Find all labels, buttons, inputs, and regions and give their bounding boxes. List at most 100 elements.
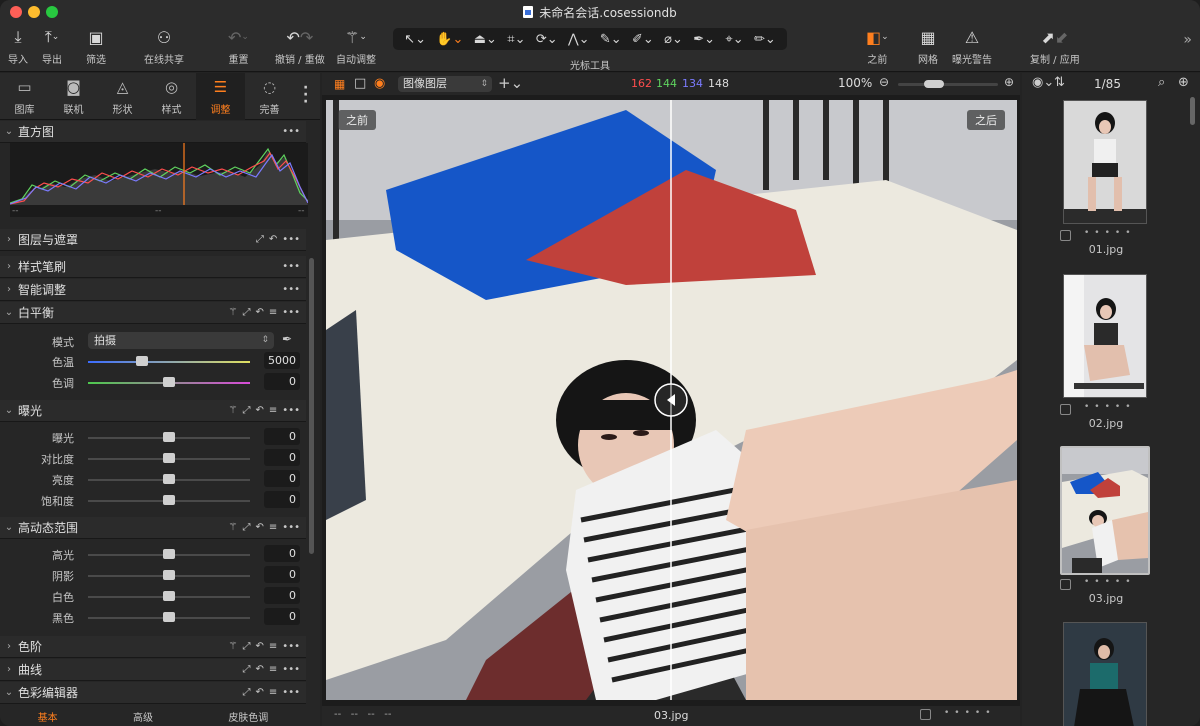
browser-scrollbar[interactable] (1190, 97, 1195, 125)
section-levels[interactable]: › 色阶 ⚚ ⤢ ↶ ≡ ••• (0, 636, 306, 658)
expand-icon[interactable]: ⤢ (243, 522, 251, 533)
thumbnail-03[interactable] (1060, 446, 1150, 575)
close-window-button[interactable] (10, 6, 22, 18)
exposure-slider[interactable] (163, 432, 175, 442)
magic-wand-icon[interactable]: ⚚ (229, 405, 238, 416)
wb-temp-track[interactable] (88, 361, 250, 363)
expand-icon[interactable]: ⤢ (243, 307, 251, 318)
reset-button[interactable]: ↶ ⌄ 重置 (228, 26, 249, 67)
select-checkbox[interactable] (1060, 404, 1071, 415)
tab-styles[interactable]: ◎ 样式 (147, 73, 196, 120)
magic-wand-icon[interactable]: ⚚ (229, 522, 238, 533)
wb-picker-icon[interactable]: ⌖⌄ (725, 32, 743, 47)
before-compare-button[interactable]: ◧ ⌄ 之前 (866, 26, 889, 67)
toolbar-overflow-icon[interactable]: » (1183, 32, 1192, 48)
tab-library[interactable]: ▭ 图库 (0, 73, 49, 120)
highlight-field[interactable]: 0 (264, 545, 300, 562)
exposure-warning-button[interactable]: ⚠ 曝光警告 (952, 26, 992, 67)
contrast-slider[interactable] (163, 453, 175, 463)
reset-icon[interactable]: ↶ (269, 234, 277, 245)
white-slider[interactable] (163, 591, 175, 601)
tab-tether[interactable]: ◙ 联机 (49, 73, 98, 120)
brightness-field[interactable]: 0 (264, 470, 300, 487)
tab-advanced[interactable]: 高级 (133, 709, 153, 726)
section-color-editor[interactable]: ⌄ 色彩编辑器 ⤢ ↶ ≡ ••• (0, 682, 306, 704)
saturation-slider[interactable] (163, 495, 175, 505)
section-layers[interactable]: › 图层与遮罩 ⤢ ↶ ••• (0, 229, 306, 251)
tool-panel-scrollbar[interactable] (309, 258, 314, 554)
keystone-icon[interactable]: ⋀⌄ (568, 32, 590, 47)
reset-icon[interactable]: ↶ (256, 522, 264, 533)
expand-icon[interactable]: ⤢ (243, 687, 251, 698)
more-icon[interactable]: · · · (303, 81, 308, 109)
photo-canvas[interactable]: 之前 之后 (326, 100, 1017, 700)
more-icon[interactable]: ••• (282, 522, 300, 533)
black-slider[interactable] (163, 612, 175, 622)
more-icon[interactable]: ••• (282, 126, 300, 137)
white-field[interactable]: 0 (264, 587, 300, 604)
brightness-slider[interactable] (163, 474, 175, 484)
shadow-field[interactable]: 0 (264, 566, 300, 583)
select-checkbox[interactable] (1060, 230, 1071, 241)
preset-icon[interactable]: ≡ (269, 664, 277, 675)
preset-icon[interactable]: ≡ (269, 687, 277, 698)
image-viewer[interactable]: 之前 之后 (322, 95, 1020, 706)
minimize-window-button[interactable] (28, 6, 40, 18)
magic-wand-icon[interactable]: ⚚ (229, 641, 238, 652)
rotate-icon[interactable]: ⟳⌄ (536, 32, 558, 47)
preset-icon[interactable]: ≡ (269, 641, 277, 652)
expand-icon[interactable]: ⤢ (243, 641, 251, 652)
rating-dots[interactable]: ••••• (1084, 402, 1136, 412)
expand-icon[interactable]: ⤢ (243, 664, 251, 675)
preset-icon[interactable]: ≡ (269, 522, 277, 533)
more-icon[interactable]: ••• (282, 234, 300, 245)
section-histogram[interactable]: ⌄ 直方图 ••• (0, 121, 306, 143)
sort-icon[interactable]: ⇅ (1054, 75, 1065, 90)
reset-icon[interactable]: ↶ (256, 664, 264, 675)
tab-refine[interactable]: ◌ 完善 (245, 73, 294, 120)
more-icon[interactable]: ••• (282, 261, 300, 272)
more-icon[interactable]: ••• (282, 687, 300, 698)
more-icon[interactable]: ••• (282, 641, 300, 652)
share-button[interactable]: ⚇ 在线共享 (144, 26, 184, 67)
import-button[interactable]: ⤓ 导入 (8, 26, 28, 66)
zoom-out-icon[interactable]: ⊖ (879, 75, 889, 89)
section-white-balance[interactable]: ⌄ 白平衡 ⚚ ⤢ ↶ ≡ ••• (0, 302, 306, 324)
highlight-slider[interactable] (163, 549, 175, 559)
wb-tint-field[interactable]: 0 (264, 373, 300, 390)
eye-icon[interactable]: ◉⌄ (1032, 75, 1054, 90)
rating-dots[interactable]: ••••• (944, 708, 996, 718)
single-view-icon[interactable]: □ (354, 76, 366, 91)
expand-icon[interactable]: ⤢ (256, 234, 264, 245)
tab-shape[interactable]: ◬ 形状 (98, 73, 147, 120)
undo-redo-button[interactable]: ↶ ↷ 撤销 / 重做 (275, 26, 325, 67)
filter-button[interactable]: ▣ 筛选 (86, 26, 106, 67)
section-smart-adjust[interactable]: › 智能调整 ••• (0, 279, 306, 301)
gradient-icon[interactable]: ⌀⌄ (664, 32, 683, 47)
more-icon[interactable]: ••• (282, 284, 300, 295)
section-curves[interactable]: › 曲线 ⤢ ↶ ≡ ••• (0, 659, 306, 681)
rating-dots[interactable]: ••••• (1084, 577, 1136, 587)
multi-view-icon[interactable]: ▦ (334, 77, 345, 91)
wb-temp-slider[interactable] (136, 356, 148, 366)
eraser-icon[interactable]: ✐⌄ (632, 32, 654, 47)
annotate-icon[interactable]: ✏⌄ (754, 32, 776, 47)
reset-icon[interactable]: ↶ (256, 641, 264, 652)
more-icon[interactable]: ••• (282, 664, 300, 675)
search-icon[interactable]: ⌕ (1158, 75, 1165, 90)
wb-temp-field[interactable]: 5000 (264, 352, 300, 369)
black-field[interactable]: 0 (264, 608, 300, 625)
section-hdr[interactable]: ⌄ 高动态范围 ⚚ ⤢ ↶ ≡ ••• (0, 517, 306, 539)
select-cursor-icon[interactable]: ↖⌄ (404, 32, 426, 47)
thumbnail-02[interactable] (1063, 274, 1147, 398)
tab-adjust[interactable]: ☰ 调整 (196, 73, 245, 120)
section-style-brush[interactable]: › 样式笔刷 ••• (0, 256, 306, 278)
shadow-slider[interactable] (163, 570, 175, 580)
expand-icon[interactable]: ⤢ (243, 405, 251, 416)
thumbnail-01[interactable] (1063, 100, 1147, 224)
magic-wand-icon[interactable]: ⚚ (229, 307, 238, 318)
eyedropper-icon[interactable]: ✒ (282, 332, 292, 346)
hand-icon[interactable]: ✋⌄ (436, 32, 463, 47)
add-layer-icon[interactable]: +⌄ (498, 74, 523, 92)
zoom-slider[interactable] (898, 80, 998, 88)
